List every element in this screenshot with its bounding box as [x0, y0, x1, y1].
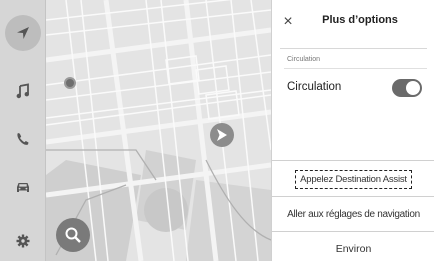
phone-button[interactable] [5, 121, 41, 157]
options-panel: × Plus d’options Circulation Circulation… [271, 0, 434, 261]
destination-assist-label: Appelez Destination Assist [295, 169, 412, 189]
traffic-toggle-label: Circulation [287, 81, 342, 93]
destination-assist-button[interactable]: Appelez Destination Assist [272, 162, 434, 196]
phone-icon [17, 133, 29, 145]
search-icon [65, 227, 81, 243]
menu-divider [272, 160, 434, 161]
traffic-toggle[interactable] [392, 79, 422, 97]
environ-label: Environ [335, 243, 372, 255]
navigation-settings-button[interactable]: Aller aux réglages de navigation [272, 197, 434, 231]
music-note-icon [16, 83, 29, 99]
header-divider [280, 48, 427, 49]
navigation-arrow-icon [17, 27, 29, 39]
environ-button[interactable]: Environ [272, 232, 434, 261]
sidebar [0, 0, 46, 261]
vehicle-button[interactable] [5, 169, 41, 205]
navigation-settings-label: Aller aux réglages de navigation [287, 208, 420, 220]
poi-marker[interactable] [64, 77, 76, 89]
settings-button[interactable] [5, 223, 41, 259]
page-title: Plus d’options [322, 14, 398, 26]
section-label: Circulation [287, 56, 321, 63]
panel-header: × Plus d’options [272, 0, 434, 48]
search-button[interactable] [56, 218, 90, 252]
media-button[interactable] [5, 73, 41, 109]
gear-icon [16, 234, 30, 248]
close-icon[interactable]: × [280, 12, 296, 32]
vehicle-position-arrow-icon [217, 129, 227, 141]
navigation-button[interactable] [5, 15, 41, 51]
car-icon [17, 183, 29, 192]
map-view[interactable] [46, 0, 271, 261]
vehicle-position [210, 123, 234, 147]
traffic-toggle-row[interactable]: Circulation [272, 70, 434, 106]
section-divider [284, 68, 427, 69]
toggle-knob [406, 81, 420, 95]
